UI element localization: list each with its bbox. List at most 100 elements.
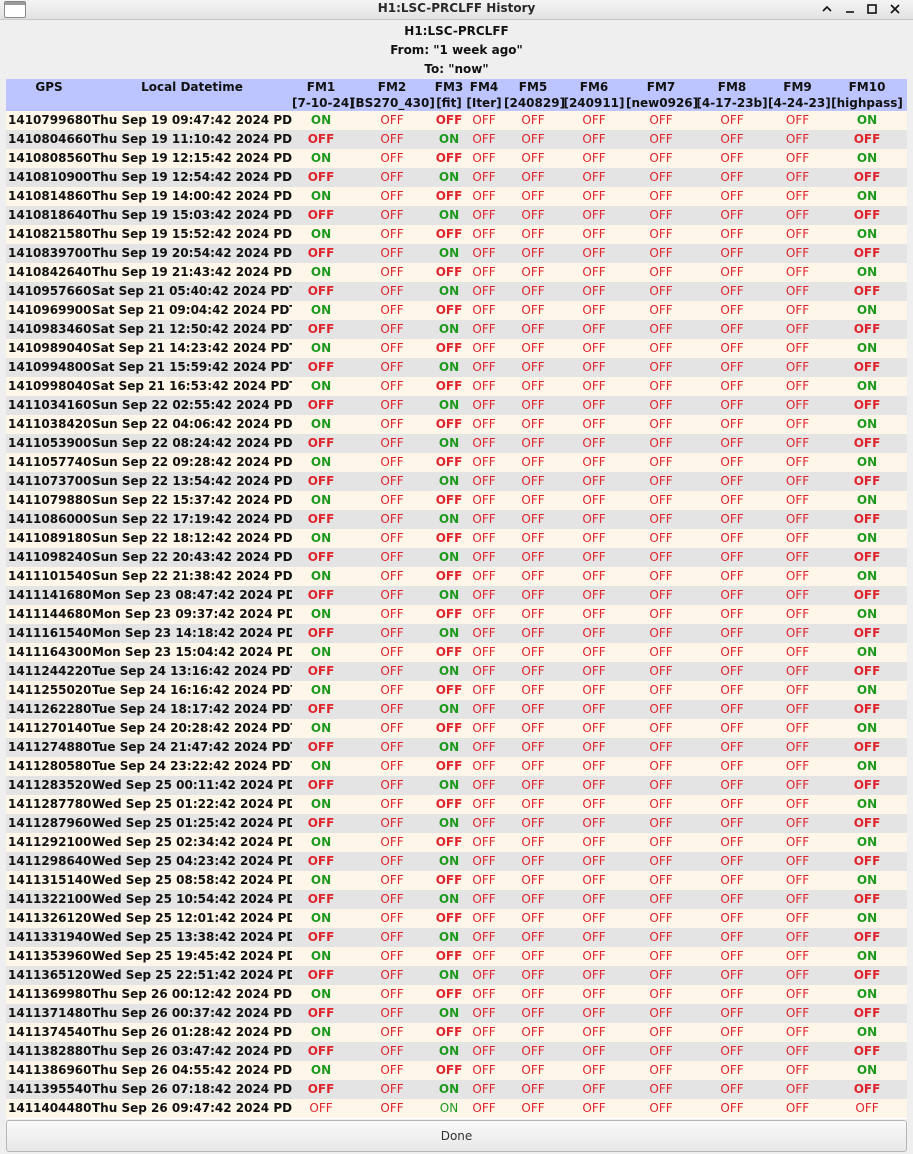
table-row: 1410842640 Thu Sep 19 21:43:42 2024 PDT ON… — [6, 263, 907, 282]
fm3-state-cell: OFF — [434, 149, 464, 168]
fm9-state-cell: OFF — [768, 738, 827, 757]
fm3-state-cell: ON — [434, 168, 464, 187]
fm4-state-cell: OFF — [464, 928, 504, 947]
fm3-state-cell: OFF — [434, 301, 464, 320]
gps-cell: 1411244220 — [6, 662, 92, 681]
fm8-state-cell: OFF — [696, 700, 768, 719]
fm4-state-cell: OFF — [464, 111, 504, 130]
close-icon[interactable] — [886, 1, 904, 18]
chevron-up-icon[interactable] — [818, 1, 836, 18]
fm9-state-cell: OFF — [768, 282, 827, 301]
table-row: 1411386960 Thu Sep 26 04:55:42 2024 PDT ON… — [6, 1061, 907, 1080]
fm6-state-cell: OFF — [562, 567, 626, 586]
fm1-state-cell: ON — [292, 909, 350, 928]
table-row: 1411404480 Thu Sep 26 09:47:42 2024 PDT OF… — [6, 1099, 907, 1118]
gps-cell: 1411287780 — [6, 795, 92, 814]
fm3-state-cell: OFF — [434, 339, 464, 358]
fm8-state-cell: OFF — [696, 966, 768, 985]
fm4-state-cell: OFF — [464, 396, 504, 415]
gps-cell: 1410814860 — [6, 187, 92, 206]
local-datetime-cell: Mon Sep 23 14:18:42 2024 PDT — [92, 624, 292, 643]
table-row: 1410839700 Thu Sep 19 20:54:42 2024 PDT OF… — [6, 244, 907, 263]
done-button[interactable]: Done — [6, 1120, 907, 1152]
table-row: 1411369980 Thu Sep 26 00:12:42 2024 PDT ON… — [6, 985, 907, 1004]
table-row: 1410804660 Thu Sep 19 11:10:42 2024 PDT OF… — [6, 130, 907, 149]
fm1-state-cell: ON — [292, 643, 350, 662]
gps-column-subheader — [6, 95, 92, 111]
fm10-state-cell: OFF — [827, 624, 907, 643]
fm4-state-cell: OFF — [464, 1099, 504, 1118]
gps-cell: 1411280580 — [6, 757, 92, 776]
local-datetime-cell: Sun Sep 22 08:24:42 2024 PDT — [92, 434, 292, 453]
maximize-icon[interactable] — [863, 1, 881, 18]
fm5-state-cell: OFF — [504, 529, 562, 548]
table-row: 1410821580 Thu Sep 19 15:52:42 2024 PDT ON… — [6, 225, 907, 244]
fm1-state-cell: OFF — [292, 168, 350, 187]
fm4-state-cell: OFF — [464, 130, 504, 149]
fm5-state-cell: OFF — [504, 643, 562, 662]
fm7-state-cell: OFF — [626, 301, 696, 320]
fm3-state-cell: OFF — [434, 567, 464, 586]
fm8-state-cell: OFF — [696, 320, 768, 339]
fm4-state-cell: OFF — [464, 985, 504, 1004]
window-title: H1:LSC-PRCLFF History — [377, 1, 536, 15]
fm5-state-cell: OFF — [504, 928, 562, 947]
fm10-state-cell: ON — [827, 947, 907, 966]
fm7-state-cell: OFF — [626, 567, 696, 586]
fm7-state-cell: OFF — [626, 1004, 696, 1023]
gps-cell: 1411283520 — [6, 776, 92, 795]
gps-cell: 1411101540 — [6, 567, 92, 586]
gps-cell: 1411287960 — [6, 814, 92, 833]
fm3-state-cell: ON — [434, 472, 464, 491]
fm10-state-cell: ON — [827, 187, 907, 206]
fm10-state-cell: ON — [827, 529, 907, 548]
fm5-state-cell: OFF — [504, 947, 562, 966]
fm6-state-cell: OFF — [562, 415, 626, 434]
fm7-state-cell: OFF — [626, 833, 696, 852]
local-datetime-cell: Thu Sep 26 01:28:42 2024 PDT — [92, 1023, 292, 1042]
gps-cell: 1411331940 — [6, 928, 92, 947]
gps-cell: 1410998040 — [6, 377, 92, 396]
fm6-state-cell: OFF — [562, 111, 626, 130]
fm5-state-cell: OFF — [504, 757, 562, 776]
fm10-state-cell: ON — [827, 605, 907, 624]
fm6-state-cell: OFF — [562, 320, 626, 339]
history-table-container[interactable]: GPS Local Datetime FM1 FM2 FM3 FM4 FM5 FM6 FM7 FM… — [6, 79, 907, 1119]
fm1-state-cell: ON — [292, 187, 350, 206]
fm2-state-cell: OFF — [350, 776, 434, 795]
fm6-state-cell: OFF — [562, 339, 626, 358]
fm3-state-cell: OFF — [434, 529, 464, 548]
fm2-state-cell: OFF — [350, 1099, 434, 1118]
fm5-state-cell: OFF — [504, 662, 562, 681]
fm3-state-cell: ON — [434, 396, 464, 415]
channel-name: H1:LSC-PRCLFF — [404, 24, 509, 38]
local-datetime-cell: Thu Sep 19 15:03:42 2024 PDT — [92, 206, 292, 225]
fm5-state-cell: OFF — [504, 244, 562, 263]
table-row: 1411274880 Tue Sep 24 21:47:42 2024 PDT OF… — [6, 738, 907, 757]
fm6-state-cell: OFF — [562, 244, 626, 263]
fm1-state-cell: ON — [292, 1023, 350, 1042]
fm2-state-cell: OFF — [350, 643, 434, 662]
fm3-state-cell: ON — [434, 814, 464, 833]
fm4-state-cell: OFF — [464, 833, 504, 852]
fm9-state-cell: OFF — [768, 320, 827, 339]
table-row: 1411073700 Sun Sep 22 13:54:42 2024 PDT OF… — [6, 472, 907, 491]
fm9-state-cell: OFF — [768, 814, 827, 833]
fm3-state-cell: ON — [434, 662, 464, 681]
fm8-state-cell: OFF — [696, 624, 768, 643]
fm4-state-cell: OFF — [464, 1042, 504, 1061]
fm5-state-cell: OFF — [504, 852, 562, 871]
fm7-state-cell: OFF — [626, 852, 696, 871]
fm5-state-cell: OFF — [504, 795, 562, 814]
local-datetime-cell: Tue Sep 24 23:22:42 2024 PDT — [92, 757, 292, 776]
table-row: 1411034160 Sun Sep 22 02:55:42 2024 PDT OF… — [6, 396, 907, 415]
fm2-state-cell: OFF — [350, 833, 434, 852]
fm1-state-cell: ON — [292, 757, 350, 776]
fm5-state-cell: OFF — [504, 985, 562, 1004]
fm10-state-cell: ON — [827, 909, 907, 928]
local-datetime-cell: Tue Sep 24 13:16:42 2024 PDT — [92, 662, 292, 681]
fm1-state-cell: ON — [292, 263, 350, 282]
fm2-state-cell: OFF — [350, 377, 434, 396]
minimize-icon[interactable] — [841, 1, 859, 18]
fm1-state-cell: OFF — [292, 244, 350, 263]
